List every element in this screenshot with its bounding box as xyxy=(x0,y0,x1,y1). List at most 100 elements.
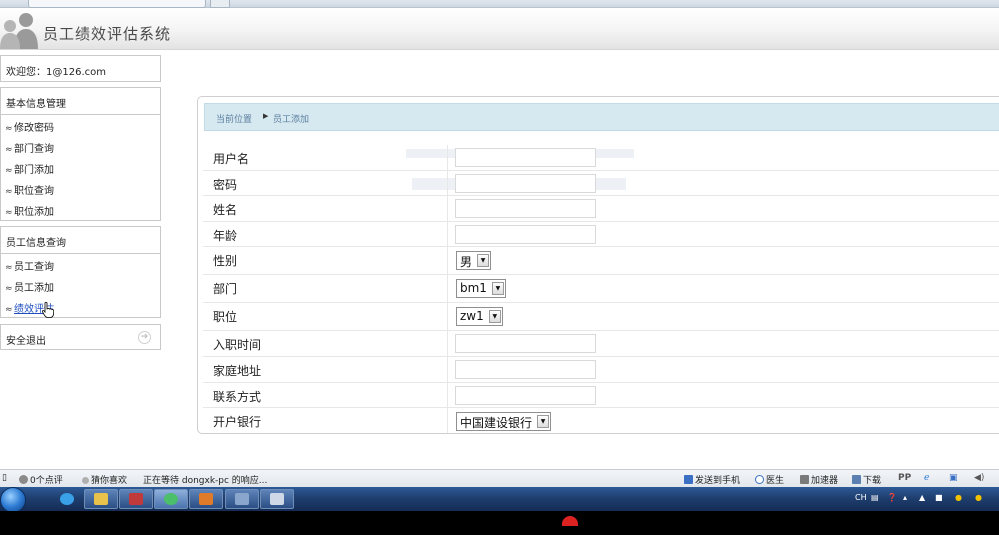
menu-item-position-query[interactable]: ≈职位查询 xyxy=(1,178,160,199)
field-label: 家庭地址 xyxy=(213,363,262,378)
double-up-arrow-icon: ≈ xyxy=(5,124,13,134)
age-field[interactable] xyxy=(455,224,596,244)
field-label: 联系方式 xyxy=(213,389,262,404)
name-field[interactable] xyxy=(455,199,596,219)
chevron-down-icon: ▼ xyxy=(537,415,550,429)
menu-item-label: 部门添加 xyxy=(14,165,54,176)
rocket-icon xyxy=(800,475,809,484)
taskbar-app-button[interactable] xyxy=(189,489,223,509)
menu-item-employee-add[interactable]: ≈员工添加 xyxy=(1,275,160,296)
system-tray: CH ▤ ❓ ▴ ▲ ■ ● ● xyxy=(849,487,999,511)
taskbar-browser-button[interactable] xyxy=(154,489,188,509)
language-indicator[interactable]: CH xyxy=(855,493,867,502)
menu-item-department-query[interactable]: ≈部门查询 xyxy=(1,136,160,157)
doctor-button[interactable]: 医生 xyxy=(755,473,784,486)
form-row-password: 密码 xyxy=(203,170,999,197)
dot-icon xyxy=(82,477,89,484)
form-row-bank: 开户银行 中国建设银行 ▼ xyxy=(203,408,999,433)
double-up-arrow-icon: ≈ xyxy=(5,284,13,294)
keyboard-icon[interactable]: ▤ xyxy=(871,493,879,502)
double-up-arrow-icon: ≈ xyxy=(5,263,13,273)
browser-tab[interactable] xyxy=(28,0,206,8)
chevron-down-icon: ▼ xyxy=(491,282,504,296)
position-select[interactable]: zw1 ▼ xyxy=(456,307,503,327)
pp-icon[interactable]: PP xyxy=(898,473,911,483)
accelerator-button[interactable]: 加速器 xyxy=(800,473,838,486)
taskbar-app-button[interactable] xyxy=(225,489,259,509)
field-label: 姓名 xyxy=(213,203,238,218)
form-row-name: 姓名 xyxy=(203,196,999,222)
menu-group-basic-info: 基本信息管理 ≈修改密码 ≈部门查询 ≈部门添加 ≈职位查询 ≈职位添加 xyxy=(0,87,161,221)
menu-item-label: 职位添加 xyxy=(14,207,54,218)
department-select[interactable]: bm1 ▼ xyxy=(456,279,506,299)
form-row-gender: 性别 男 ▼ xyxy=(203,247,999,276)
page-icon: ▯ xyxy=(2,473,7,483)
arrow-right-icon: ➔ xyxy=(138,331,151,344)
new-tab-button[interactable] xyxy=(210,0,230,8)
gender-select[interactable]: 男 ▼ xyxy=(456,251,492,271)
web-page: 员工绩效评估系统 欢迎您：1@126.com 基本信息管理 ≈修改密码 ≈部门查… xyxy=(0,8,999,469)
menu-item-position-add[interactable]: ≈职位添加 xyxy=(1,199,160,220)
hand-cursor-icon xyxy=(42,302,54,318)
taskbar-ie-button[interactable] xyxy=(50,489,78,509)
double-up-arrow-icon: ≈ xyxy=(5,145,13,155)
double-up-arrow-icon: ≈ xyxy=(5,208,13,218)
send-to-phone-button[interactable]: 发送到手机 xyxy=(684,473,740,486)
phone-icon xyxy=(684,475,693,484)
menu-item-label: 修改密码 xyxy=(14,123,54,134)
app-title: 员工绩效评估系统 xyxy=(43,25,172,43)
screen: 员工绩效评估系统 欢迎您：1@126.com 基本信息管理 ≈修改密码 ≈部门查… xyxy=(0,0,999,535)
select-value: 中国建设银行 xyxy=(460,416,533,431)
browser-tab-strip xyxy=(0,0,999,8)
download-button[interactable]: 下载 xyxy=(852,473,881,486)
qq-icon[interactable]: ● xyxy=(975,493,982,502)
menu-item-label: 职位查询 xyxy=(14,186,54,197)
window-icon[interactable]: ▣ xyxy=(949,473,958,483)
address-field[interactable] xyxy=(455,359,596,379)
guess-label: 猜你喜欢 xyxy=(91,476,128,486)
field-label: 部门 xyxy=(213,282,238,297)
ie-icon xyxy=(60,493,74,505)
download-icon xyxy=(852,475,861,484)
select-value: 男 xyxy=(460,255,473,270)
password-field[interactable] xyxy=(455,173,596,193)
menu-item-label: 员工查询 xyxy=(14,262,54,273)
hire-date-field[interactable] xyxy=(455,334,596,354)
username-field[interactable] xyxy=(455,148,596,167)
logout-button[interactable]: 安全退出 ➔ xyxy=(0,324,161,350)
help-icon[interactable]: ❓ xyxy=(887,493,897,502)
send-phone-label: 发送到手机 xyxy=(695,476,741,486)
menu-item-employee-query[interactable]: ≈员工查询 xyxy=(1,254,160,275)
app-icon xyxy=(199,493,213,505)
ie-icon[interactable]: ℯ xyxy=(924,473,929,483)
camera-icon[interactable]: ■ xyxy=(935,493,943,502)
app-icon xyxy=(129,493,143,505)
menu-item-performance-evaluation[interactable]: ≈绩效评估 xyxy=(1,296,160,317)
guess-link[interactable]: 猜你喜欢 xyxy=(82,473,127,486)
taskbar-app-button[interactable] xyxy=(119,489,153,509)
menu-item-label: 员工添加 xyxy=(14,283,54,294)
qq-icon[interactable]: ● xyxy=(955,493,962,502)
windows-taskbar: CH ▤ ❓ ▴ ▲ ■ ● ● xyxy=(0,487,999,513)
menu-item-department-add[interactable]: ≈部门添加 xyxy=(1,157,160,178)
field-label: 开户银行 xyxy=(213,415,262,430)
taskbar-app-button[interactable] xyxy=(260,489,294,509)
start-button[interactable] xyxy=(0,487,26,513)
menu-item-label: 部门查询 xyxy=(14,144,54,155)
breadcrumb-current: 员工添加 xyxy=(273,115,310,125)
field-label: 密码 xyxy=(213,177,238,192)
field-label: 入职时间 xyxy=(213,338,262,353)
speaker-icon[interactable]: ◀) xyxy=(974,473,984,483)
taskbar-explorer-button[interactable] xyxy=(84,489,118,509)
bank-select[interactable]: 中国建设银行 ▼ xyxy=(456,412,552,432)
caret-right-icon: ▶ xyxy=(263,112,269,120)
reviews-link[interactable]: 0个点评 xyxy=(19,473,63,486)
tray-icon[interactable]: ▴ xyxy=(903,493,907,502)
tray-icon[interactable]: ▲ xyxy=(919,493,925,502)
logout-label: 安全退出 xyxy=(6,336,46,347)
breadcrumb-location: 当前位置 xyxy=(216,115,253,125)
select-value: zw1 xyxy=(460,309,484,324)
app-header: 员工绩效评估系统 xyxy=(0,8,999,50)
contact-field[interactable] xyxy=(455,385,596,405)
menu-item-change-password[interactable]: ≈修改密码 xyxy=(1,115,160,136)
